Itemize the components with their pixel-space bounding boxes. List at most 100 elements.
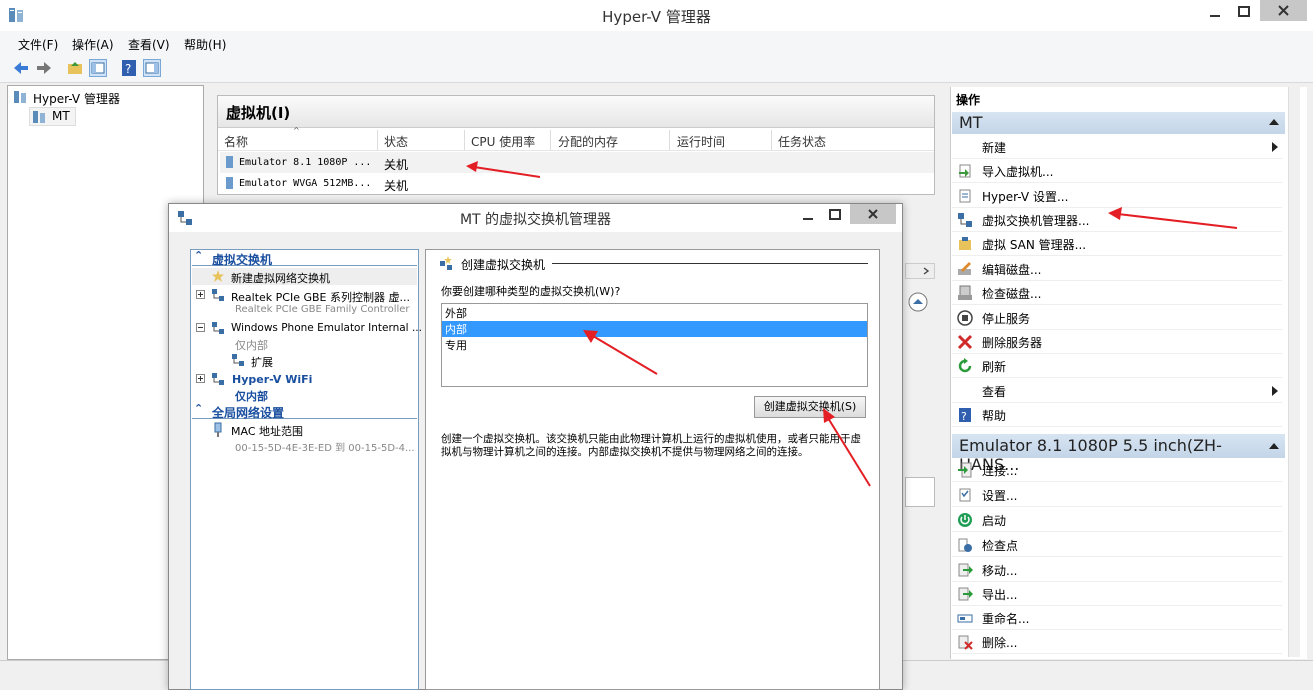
- tree-item-mt-label: MT: [52, 109, 70, 123]
- action-label: 刷新: [982, 360, 1007, 374]
- mac-range-label[interactable]: MAC 地址范围: [231, 423, 303, 439]
- back-arrow-icon[interactable]: [12, 59, 30, 77]
- type-option-external[interactable]: 外部: [442, 305, 867, 321]
- action-new[interactable]: 新建: [952, 135, 1282, 159]
- action-move[interactable]: 移动...: [952, 558, 1282, 582]
- col-status[interactable]: 状态: [384, 133, 408, 150]
- dialog-close-button[interactable]: [850, 204, 896, 224]
- extension-label[interactable]: 扩展: [251, 354, 273, 370]
- export-icon: [957, 586, 973, 602]
- col-name[interactable]: 名称: [224, 133, 248, 150]
- title-bar: Hyper-V 管理器: [0, 0, 1313, 31]
- collapse-triangle-icon[interactable]: [1268, 441, 1280, 451]
- delete-vm-icon: [957, 634, 973, 650]
- help-icon: ?: [957, 407, 973, 423]
- col-uptime[interactable]: 运行时间: [677, 133, 725, 150]
- annotation-arrow: [823, 408, 871, 487]
- vm-icon: [225, 176, 235, 190]
- action-import-vm[interactable]: 导入虚拟机...: [952, 159, 1282, 183]
- network-switch-icon: [957, 212, 973, 228]
- action-settings[interactable]: 设置...: [952, 483, 1282, 507]
- section-label: 全局网络设置: [212, 406, 285, 420]
- vm-status: 关机: [384, 179, 409, 193]
- col-cpu[interactable]: CPU 使用率: [471, 133, 535, 150]
- forward-arrow-icon[interactable]: [35, 59, 53, 77]
- expand-plus-icon[interactable]: [196, 290, 205, 299]
- action-checkpoint[interactable]: 检查点: [952, 533, 1282, 557]
- tree-root-label[interactable]: Hyper-V 管理器: [33, 90, 120, 107]
- vm-panel-header: [218, 96, 934, 128]
- move-icon: [957, 562, 973, 578]
- window-title: Hyper-V 管理器: [602, 8, 711, 26]
- svg-text:?: ?: [961, 410, 967, 423]
- action-help[interactable]: ? 帮助: [952, 403, 1282, 427]
- actions-section-vm[interactable]: Emulator 8.1 1080P 5.5 inch(ZH-HANS...: [952, 434, 1285, 474]
- stop-icon: [957, 310, 973, 326]
- folder-up-icon[interactable]: [66, 59, 84, 77]
- import-icon: [957, 163, 973, 179]
- collapse-minus-icon[interactable]: [196, 323, 205, 332]
- annotation-arrow: [466, 161, 541, 178]
- horizontal-scrollbar[interactable]: [905, 263, 935, 279]
- menu-help[interactable]: 帮助(H): [184, 36, 226, 53]
- san-icon: [957, 236, 973, 252]
- action-delete[interactable]: 删除...: [952, 630, 1282, 654]
- collapse-chevron-icon: ⌃: [194, 402, 204, 415]
- collapse-up-icon[interactable]: [907, 291, 929, 313]
- column-divider: [377, 130, 378, 150]
- section-label: 虚拟交换机: [212, 253, 273, 267]
- realtek-switch-label[interactable]: Realtek PCIe GBE 系列控制器 虚...: [231, 289, 410, 305]
- vm-settings-icon: [957, 487, 973, 503]
- wifi-switch-label[interactable]: Hyper-V WiFi: [232, 373, 312, 386]
- action-stop-service[interactable]: 停止服务: [952, 306, 1282, 330]
- refresh-icon: [957, 358, 973, 374]
- action-label: 重命名...: [982, 612, 1030, 626]
- action-inspect-disk[interactable]: 检查磁盘...: [952, 281, 1282, 305]
- col-memory[interactable]: 分配的内存: [558, 133, 618, 150]
- expand-plus-icon[interactable]: [196, 374, 205, 383]
- close-button[interactable]: [1260, 0, 1307, 21]
- actions-section-mt[interactable]: MT: [952, 112, 1285, 134]
- network-switch-icon: [211, 288, 225, 302]
- wifi-switch-sub: 仅内部: [235, 390, 268, 403]
- hyperv-app-icon: [8, 7, 26, 23]
- action-view[interactable]: 查看: [952, 379, 1282, 403]
- collapse-chevron-icon: ⌃: [194, 249, 204, 262]
- section-global-network-settings[interactable]: ⌃ 全局网络设置: [192, 402, 417, 420]
- create-switch-heading: 创建虚拟交换机: [461, 258, 546, 272]
- action-label: 检查磁盘...: [982, 287, 1042, 301]
- action-remove-server[interactable]: 删除服务器: [952, 330, 1282, 354]
- actions-scrollbar[interactable]: [1288, 87, 1300, 657]
- menu-action[interactable]: 操作(A): [72, 36, 114, 53]
- help-icon[interactable]: ?: [120, 59, 138, 77]
- action-label: 导入虚拟机...: [982, 165, 1054, 179]
- action-label: 删除服务器: [982, 336, 1043, 350]
- switch-type-question: 你要创建哪种类型的虚拟交换机(W)?: [441, 285, 621, 298]
- action-connect[interactable]: 连接...: [952, 458, 1282, 482]
- action-rename[interactable]: 重命名...: [952, 606, 1282, 630]
- action-label: 帮助: [982, 409, 1007, 423]
- show-hide-tree-icon[interactable]: [89, 59, 107, 77]
- action-refresh[interactable]: 刷新: [952, 354, 1282, 378]
- minimize-button[interactable]: [1200, 4, 1230, 26]
- svg-text:?: ?: [125, 62, 131, 76]
- action-export[interactable]: 导出...: [952, 582, 1282, 606]
- menu-view[interactable]: 查看(V): [128, 36, 170, 53]
- action-start[interactable]: 启动: [952, 508, 1282, 532]
- vm-icon: [225, 155, 235, 169]
- section-virtual-switches[interactable]: ⌃ 虚拟交换机: [192, 249, 417, 267]
- action-label: 检查点: [982, 539, 1019, 553]
- dialog-minimize-button[interactable]: [795, 206, 821, 226]
- section-title: MT: [959, 113, 983, 132]
- show-hide-action-pane-icon[interactable]: [143, 59, 161, 77]
- col-task-status[interactable]: 任务状态: [778, 133, 826, 150]
- sort-ascending-icon: ^: [293, 126, 300, 135]
- realtek-switch-sub: Realtek PCIe GBE Family Controller: [235, 304, 410, 315]
- action-edit-disk[interactable]: 编辑磁盘...: [952, 257, 1282, 281]
- collapse-triangle-icon[interactable]: [1268, 117, 1280, 127]
- dialog-maximize-button[interactable]: [822, 206, 848, 226]
- vm-status: 关机: [384, 158, 409, 172]
- menu-file[interactable]: 文件(F): [18, 36, 58, 53]
- wp-switch-label[interactable]: Windows Phone Emulator Internal ...: [231, 322, 422, 334]
- maximize-button[interactable]: [1230, 4, 1258, 26]
